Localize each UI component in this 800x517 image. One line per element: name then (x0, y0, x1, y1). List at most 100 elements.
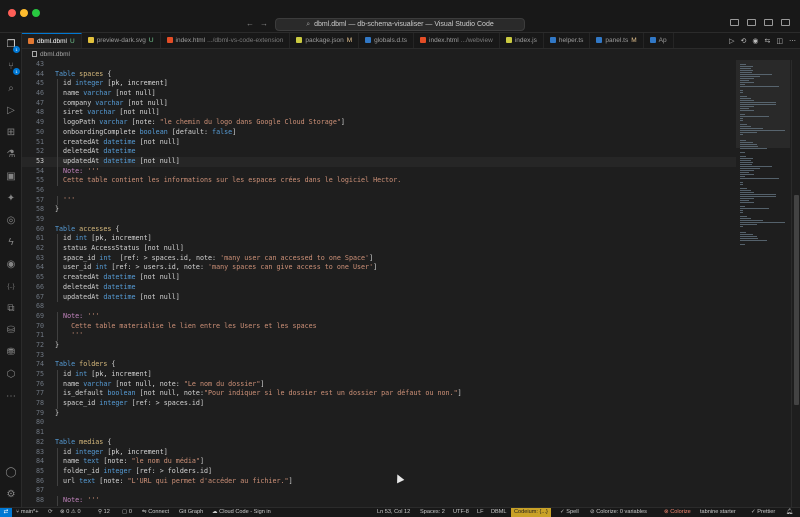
end-of-line[interactable]: LF (477, 508, 484, 517)
tab-ap[interactable]: Ap (644, 33, 674, 48)
testing-icon[interactable]: ⚗ (5, 149, 17, 161)
code-line[interactable]: 75 id int [pk, increment] (22, 370, 736, 380)
code-line[interactable]: 49 logoPath varchar [note: "le chemin du… (22, 118, 736, 128)
code-line[interactable]: 85 folder_id integer [ref: > folders.id] (22, 466, 736, 477)
encoding[interactable]: UTF-8 (453, 508, 469, 517)
more-actions-icon[interactable]: ⋯ (789, 37, 796, 45)
spell-check-button[interactable]: ✓ Spell (560, 508, 579, 517)
code-line[interactable]: 50 onboardingComplete boolean [default: … (22, 127, 736, 138)
notifications-bell-icon[interactable]: 🔔︎ (786, 508, 793, 517)
code-line[interactable]: 73 (22, 351, 736, 361)
github-icon[interactable]: ◉ (5, 259, 17, 271)
ports-indicator[interactable]: ⚲ 12 (98, 508, 110, 517)
toggle-secondary-sidebar-icon[interactable] (764, 19, 773, 26)
code-line[interactable]: 46 name varchar [not null] (22, 89, 736, 99)
prettier-button[interactable]: ✓ Prettier (751, 508, 775, 517)
code-line[interactable]: 82 Table medias { (22, 438, 736, 448)
code-line[interactable]: 77 is_default boolean [not null, note:"P… (22, 389, 736, 400)
run-debug-icon[interactable]: ▷ (5, 105, 17, 117)
tabnine-button[interactable]: tabnine starter (700, 508, 736, 517)
sql-icon[interactable]: ⛃ (5, 347, 17, 359)
code-line[interactable]: 88 Note: ''' (22, 495, 736, 506)
code-line[interactable]: 59 (22, 215, 736, 225)
code-line[interactable]: 63 space_id int [ref: > spaces.id, note:… (22, 253, 736, 264)
code-line[interactable]: 53 updatedAt datetime [not null] (22, 156, 736, 167)
sync-button[interactable]: ⟳ (48, 508, 53, 517)
problems-indicator[interactable]: ⊗ 0 ⚠ 0 (60, 508, 81, 517)
manage-gear-icon[interactable]: ⚙ (5, 489, 17, 501)
code-line[interactable]: 65 createdAt datetime [not null] (22, 273, 736, 283)
code-line[interactable]: 44 Table spaces { (22, 70, 736, 80)
code-line[interactable]: 45 id integer [pk, increment] (22, 79, 736, 90)
thunder-client-icon[interactable]: ϟ (5, 237, 17, 249)
gitlens-icon[interactable]: ◎ (5, 215, 17, 227)
connect-button[interactable]: ⇋ Connect (142, 508, 169, 517)
code-line[interactable]: 86 url text [note: "L'URL qui permet d'a… (22, 476, 736, 487)
code-line[interactable]: 57 ''' (22, 195, 736, 206)
minimize-window-button[interactable] (20, 9, 28, 17)
code-line[interactable]: 84 name text [note: "le nom du média"] (22, 457, 736, 467)
notifications-indicator[interactable]: ▢ 0 (122, 508, 132, 517)
code-line[interactable]: 60 Table accesses { (22, 225, 736, 235)
split-editor-icon[interactable]: ◫ (776, 37, 783, 45)
command-center[interactable]: ⌕ dbml.dbml — db-schema-visualiser — Vis… (275, 18, 525, 31)
code-line[interactable]: 87 (22, 486, 736, 496)
remote-indicator[interactable]: ⇄ (0, 508, 12, 517)
code-line[interactable]: 83 id integer [pk, increment] (22, 447, 736, 458)
search-icon[interactable]: ⌕ (5, 83, 17, 95)
tab-index-html[interactable]: index.html .../webview (414, 33, 500, 48)
code-line[interactable]: 79} (22, 409, 736, 419)
zoom-window-button[interactable] (32, 9, 40, 17)
code-line[interactable]: 78 space_id integer [ref: > spaces.id] (22, 399, 736, 409)
branch-indicator[interactable]: ⑂ main*+ (16, 508, 39, 517)
remote-explorer-icon[interactable]: ▣ (5, 171, 17, 183)
language-mode[interactable]: DBML (491, 508, 507, 517)
minimap[interactable] (736, 60, 790, 507)
account-icon[interactable]: ◯ (5, 467, 17, 479)
code-line[interactable]: 81 (22, 428, 736, 438)
code-line[interactable]: 55 Cette table contient les informations… (22, 176, 736, 186)
customize-layout-icon[interactable] (781, 19, 790, 26)
tab-package-json[interactable]: package.json M (290, 33, 360, 48)
tab-preview-dark-svg[interactable]: preview-dark.svg U (82, 33, 161, 48)
cursor-position[interactable]: Ln 53, Col 12 (377, 508, 410, 517)
code-line[interactable]: 80 (22, 418, 736, 428)
code-line[interactable]: 66 deletedAt datetime (22, 282, 736, 293)
toggle-panel-icon[interactable] (747, 19, 756, 26)
code-line[interactable]: 56 (22, 186, 736, 196)
preview-icon[interactable]: ◉ (752, 37, 758, 45)
code-line[interactable]: 76 name varchar [not null, note: "Le nom… (22, 379, 736, 390)
code-line[interactable]: 48 siret varchar [not null] (22, 108, 736, 119)
tab-globals-d-ts[interactable]: globals.d.ts (359, 33, 415, 48)
open-changes-icon[interactable]: ⟲ (741, 37, 747, 45)
code-line[interactable]: 74 Table folders { (22, 360, 736, 370)
docker-icon[interactable]: ⧉ (5, 303, 17, 315)
colorize-variables[interactable]: ⊘ Colorize: 0 variables (590, 508, 647, 517)
colorize-button[interactable]: ⊗ Colorize (664, 508, 691, 517)
code-line[interactable]: 43 (22, 60, 736, 70)
tab-index-js[interactable]: index.js (500, 33, 544, 48)
scrollbar-thumb[interactable] (794, 195, 799, 405)
kubernetes-icon[interactable]: ⬡ (5, 369, 17, 381)
code-line[interactable]: 62 status AccessStatus [not null] (22, 244, 736, 254)
tab-dbml-dbml[interactable]: dbml.dbml U (22, 33, 82, 48)
code-line[interactable]: 47 company varchar [not null] (22, 98, 736, 109)
json-icon[interactable]: {..} (5, 281, 17, 293)
git-graph-button[interactable]: Git Graph (179, 508, 203, 517)
code-line[interactable]: 64 user_id int [ref: > users.id, note: '… (22, 263, 736, 274)
code-line[interactable]: 71 ''' (22, 331, 736, 341)
indentation[interactable]: Spaces: 2 (420, 508, 445, 517)
code-line[interactable]: 67 updatedAt datetime [not null] (22, 292, 736, 303)
run-icon[interactable]: ▷ (729, 37, 734, 45)
tab-helper-ts[interactable]: helper.ts (544, 33, 591, 48)
code-line[interactable]: 70 Cette table materialise le lien entre… (22, 321, 736, 332)
codeium-button[interactable]: Codeium: {...} (511, 508, 551, 517)
breadcrumb[interactable]: dbml.dbml (22, 49, 734, 60)
close-window-button[interactable] (8, 9, 16, 17)
code-line[interactable]: 52 deletedAt datetime (22, 147, 736, 157)
code-line[interactable]: 51 createdAt datetime [not null] (22, 137, 736, 148)
cloud-code-button[interactable]: ☁ Cloud Code - Sign in (212, 508, 271, 517)
copilot-icon[interactable]: ✦ (5, 193, 17, 205)
navigation-arrows[interactable]: ←→ (246, 19, 274, 28)
code-line[interactable]: 69 Note: ''' (22, 311, 736, 322)
